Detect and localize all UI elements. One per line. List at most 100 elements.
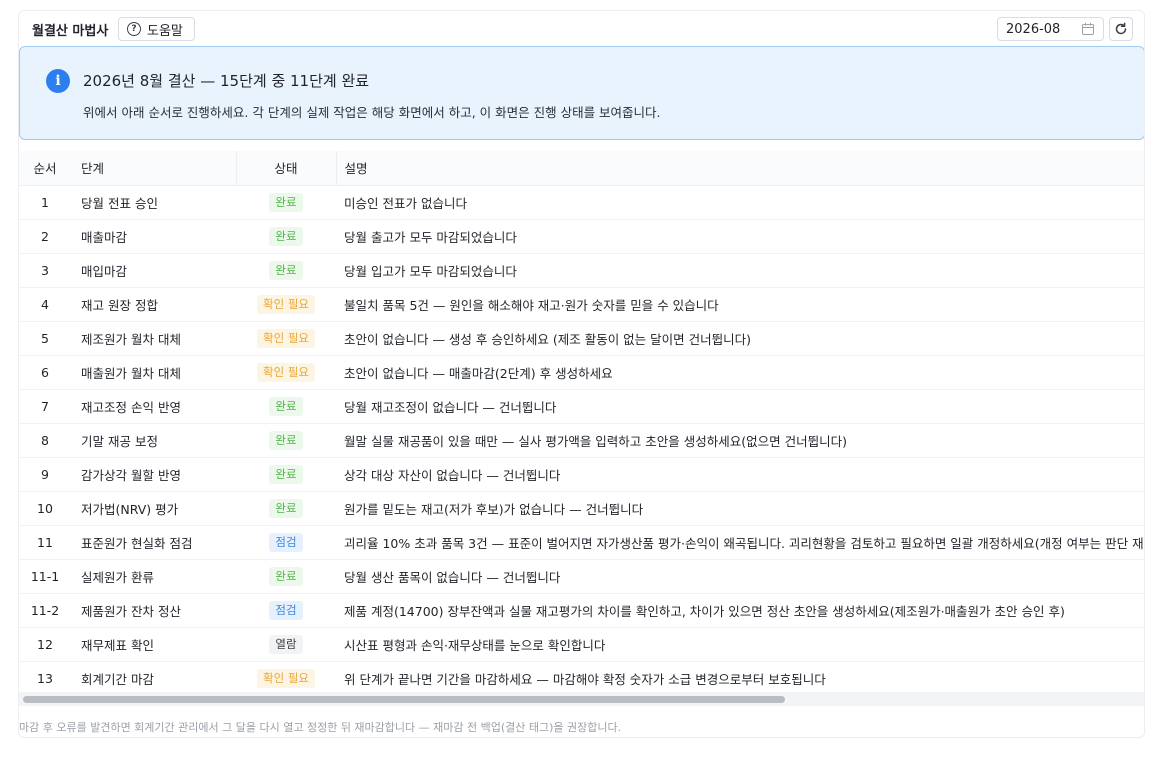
step-number: 2 bbox=[41, 228, 49, 244]
table-row[interactable]: 12 재무제표 확인 열람 시산표 평형과 손익·재무상태를 눈으로 확인합니다 bbox=[19, 627, 1144, 662]
step-number: 5 bbox=[41, 330, 49, 346]
step-number-cell: 12 bbox=[19, 627, 71, 662]
step-name-cell: 재고 원장 정합 bbox=[71, 287, 236, 322]
status-badge: 확인 필요 bbox=[257, 668, 315, 688]
scrollbar-thumb[interactable] bbox=[23, 696, 785, 703]
status-badge: 확인 필요 bbox=[257, 362, 315, 382]
step-name-cell: 재무제표 확인 bbox=[71, 627, 236, 662]
column-header-desc: 설명 bbox=[336, 151, 1144, 186]
horizontal-scrollbar[interactable] bbox=[19, 692, 1144, 706]
step-status-cell: 완료 bbox=[236, 219, 336, 254]
step-name-cell: 재고조정 손익 반영 bbox=[71, 389, 236, 424]
step-description-cell: 제품 계정(14700) 장부잔액과 실물 재고평가의 차이를 확인하고, 차이… bbox=[336, 593, 1144, 628]
step-number: 9 bbox=[41, 466, 49, 482]
step-description: 초안이 없습니다 — 생성 후 승인하세요 (제조 활동이 없는 달이면 건너뜁… bbox=[344, 331, 751, 347]
step-number: 1 bbox=[41, 194, 49, 210]
status-badge: 완료 bbox=[269, 396, 303, 416]
refresh-button[interactable] bbox=[1109, 17, 1133, 41]
step-number: 4 bbox=[41, 296, 49, 312]
step-number-cell: 6 bbox=[19, 355, 71, 390]
table-row[interactable]: 9 감가상각 월할 반영 완료 상각 대상 자산이 없습니다 — 건너뜁니다 bbox=[19, 457, 1144, 492]
panel-header: 월결산 마법사 ? 도움말 2026-08 bbox=[19, 11, 1144, 47]
table-row[interactable]: 8 기말 재공 보정 완료 월말 실물 재공품이 있을 때만 — 실사 평가액을 입력… bbox=[19, 423, 1144, 458]
period-value: 2026-08 bbox=[1006, 21, 1061, 37]
status-badge: 완료 bbox=[269, 498, 303, 518]
question-circle-icon: ? bbox=[127, 22, 141, 36]
step-description: 상각 대상 자산이 없습니다 — 건너뜁니다 bbox=[344, 467, 561, 483]
step-number: 12 bbox=[37, 636, 53, 652]
step-name-cell: 매출마감 bbox=[71, 219, 236, 254]
table-row[interactable]: 13 회계기간 마감 확인 필요 위 단계가 끝나면 기간을 마감하세요 — 마감해야… bbox=[19, 661, 1144, 696]
status-badge: 완료 bbox=[269, 464, 303, 484]
table-row[interactable]: 1 당월 전표 승인 완료 미승인 전표가 없습니다 bbox=[19, 185, 1144, 220]
table-row[interactable]: 11 표준원가 현실화 점검 점검 괴리율 10% 초과 품목 3건 — 표준이 벌어… bbox=[19, 525, 1144, 560]
status-badge: 열람 bbox=[269, 634, 303, 654]
step-name: 회계기간 마감 bbox=[81, 671, 154, 687]
step-status-cell: 완료 bbox=[236, 423, 336, 458]
step-description-cell: 초안이 없습니다 — 생성 후 승인하세요 (제조 활동이 없는 달이면 건너뜁… bbox=[336, 321, 1144, 356]
table-row[interactable]: 7 재고조정 손익 반영 완료 당월 재고조정이 없습니다 — 건너뜁니다 bbox=[19, 389, 1144, 424]
table-row[interactable]: 4 재고 원장 정합 확인 필요 불일치 품목 5건 — 원인을 해소해야 재고·원가… bbox=[19, 287, 1144, 322]
step-name-cell: 기말 재공 보정 bbox=[71, 423, 236, 458]
step-number: 11-2 bbox=[30, 602, 60, 618]
step-name-cell: 매출원가 월차 대체 bbox=[71, 355, 236, 390]
steps-table: 순서 단계 상태 설명 1 당월 전표 승인 완료 미승인 전표가 없습니다 2 매출마감… bbox=[19, 151, 1144, 696]
step-status-cell: 확인 필요 bbox=[236, 287, 336, 322]
help-button-label: 도움말 bbox=[147, 23, 183, 39]
step-description: 당월 생산 품목이 없습니다 — 건너뜁니다 bbox=[344, 569, 561, 585]
step-number-cell: 1 bbox=[19, 185, 71, 220]
step-status-cell: 확인 필요 bbox=[236, 355, 336, 390]
help-button[interactable]: ? 도움말 bbox=[118, 17, 195, 41]
step-description-cell: 당월 입고가 모두 마감되었습니다 bbox=[336, 253, 1144, 288]
step-number-cell: 11 bbox=[19, 525, 71, 560]
step-description-cell: 상각 대상 자산이 없습니다 — 건너뜁니다 bbox=[336, 457, 1144, 492]
step-number-cell: 5 bbox=[19, 321, 71, 356]
step-description-cell: 당월 생산 품목이 없습니다 — 건너뜁니다 bbox=[336, 559, 1144, 594]
step-number: 10 bbox=[37, 500, 53, 516]
step-description-cell: 초안이 없습니다 — 매출마감(2단계) 후 생성하세요 bbox=[336, 355, 1144, 390]
step-name-cell: 감가상각 월할 반영 bbox=[71, 457, 236, 492]
table-row[interactable]: 5 제조원가 월차 대체 확인 필요 초안이 없습니다 — 생성 후 승인하세요 (제… bbox=[19, 321, 1144, 356]
table-row[interactable]: 10 저가법(NRV) 평가 완료 원가를 밑도는 재고(저가 후보)가 없습니다 —… bbox=[19, 491, 1144, 526]
step-name: 기말 재공 보정 bbox=[81, 433, 158, 449]
step-description-cell: 미승인 전표가 없습니다 bbox=[336, 185, 1144, 220]
table-row[interactable]: 11-2 제품원가 잔차 정산 점검 제품 계정(14700) 장부잔액과 실물 재고… bbox=[19, 593, 1144, 628]
step-name: 당월 전표 승인 bbox=[81, 195, 158, 211]
step-description: 당월 출고가 모두 마감되었습니다 bbox=[344, 229, 517, 245]
status-badge: 완료 bbox=[269, 430, 303, 450]
step-status-cell: 완료 bbox=[236, 457, 336, 492]
step-name: 저가법(NRV) 평가 bbox=[81, 501, 179, 517]
step-number-cell: 9 bbox=[19, 457, 71, 492]
step-description: 불일치 품목 5건 — 원인을 해소해야 재고·원가 숫자를 믿을 수 있습니다 bbox=[344, 297, 719, 313]
step-name-cell: 표준원가 현실화 점검 bbox=[71, 525, 236, 560]
step-status-cell: 점검 bbox=[236, 525, 336, 560]
steps-table-container: 순서 단계 상태 설명 1 당월 전표 승인 완료 미승인 전표가 없습니다 2 매출마감… bbox=[19, 151, 1144, 708]
step-number: 13 bbox=[37, 670, 53, 686]
step-description: 위 단계가 끝나면 기간을 마감하세요 — 마감해야 확정 숫자가 소급 변경으… bbox=[344, 671, 826, 687]
table-row[interactable]: 3 매입마감 완료 당월 입고가 모두 마감되었습니다 bbox=[19, 253, 1144, 288]
step-number-cell: 11-1 bbox=[19, 559, 71, 594]
step-number-cell: 11-2 bbox=[19, 593, 71, 628]
status-badge: 완료 bbox=[269, 226, 303, 246]
step-name: 제조원가 월차 대체 bbox=[81, 331, 181, 347]
status-badge: 완료 bbox=[269, 260, 303, 280]
status-badge: 점검 bbox=[269, 600, 303, 620]
step-status-cell: 완료 bbox=[236, 253, 336, 288]
column-header-status: 상태 bbox=[236, 151, 337, 186]
step-description-cell: 월말 실물 재공품이 있을 때만 — 실사 평가액을 입력하고 초안을 생성하세… bbox=[336, 423, 1144, 458]
step-description-cell: 당월 출고가 모두 마감되었습니다 bbox=[336, 219, 1144, 254]
step-description: 당월 입고가 모두 마감되었습니다 bbox=[344, 263, 517, 279]
step-status-cell: 완료 bbox=[236, 389, 336, 424]
table-row[interactable]: 2 매출마감 완료 당월 출고가 모두 마감되었습니다 bbox=[19, 219, 1144, 254]
step-description-cell: 원가를 밑도는 재고(저가 후보)가 없습니다 — 건너뜁니다 bbox=[336, 491, 1144, 526]
table-row[interactable]: 11-1 실제원가 환류 완료 당월 생산 품목이 없습니다 — 건너뜁니다 bbox=[19, 559, 1144, 594]
step-number: 8 bbox=[41, 432, 49, 448]
step-number: 3 bbox=[41, 262, 49, 278]
period-month-picker[interactable]: 2026-08 bbox=[997, 17, 1104, 41]
step-status-cell: 확인 필요 bbox=[236, 321, 336, 356]
table-row[interactable]: 6 매출원가 월차 대체 확인 필요 초안이 없습니다 — 매출마감(2단계) 후 생… bbox=[19, 355, 1144, 390]
step-description: 초안이 없습니다 — 매출마감(2단계) 후 생성하세요 bbox=[344, 365, 613, 381]
info-icon: i bbox=[46, 69, 70, 93]
step-status-cell: 확인 필요 bbox=[236, 661, 336, 696]
step-number: 11-1 bbox=[30, 568, 60, 584]
